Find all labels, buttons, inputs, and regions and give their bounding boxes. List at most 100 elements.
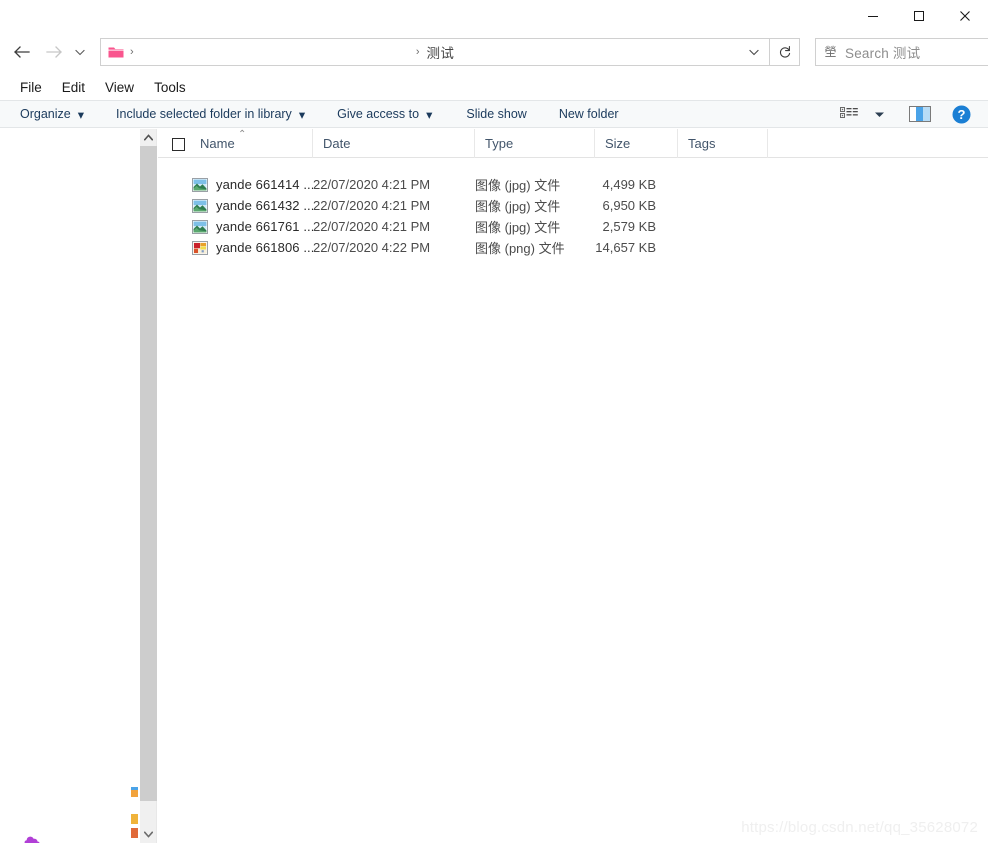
scroll-up-button[interactable] <box>140 129 157 146</box>
jpg-image-file-icon <box>192 219 208 235</box>
maximize-button[interactable] <box>896 0 942 32</box>
menu-bar: File Edit View Tools <box>0 74 988 100</box>
folder-icon <box>131 814 138 824</box>
nav-partial-icon-2 <box>131 812 140 824</box>
toolbar-give-access-to-label: Give access to <box>337 107 420 121</box>
file-name-label: yande 661414 ... <box>216 177 313 192</box>
column-header-type[interactable]: Type <box>475 128 595 158</box>
navigation-pane-scrollbar[interactable] <box>140 129 157 843</box>
menu-item-view[interactable]: View <box>95 77 144 98</box>
table-row[interactable]: yande 661761 ... 22/07/2020 4:21 PM 图像 (… <box>158 216 988 237</box>
recent-locations-button[interactable] <box>70 38 90 66</box>
svg-text:?: ? <box>957 107 965 122</box>
help-button[interactable]: ? <box>948 101 974 127</box>
column-header-name[interactable]: ⌃ Name <box>158 128 313 158</box>
column-header-size[interactable]: Size <box>595 128 678 158</box>
minimize-button[interactable] <box>850 0 896 32</box>
file-name-cell[interactable]: yande 661761 ... <box>158 219 313 235</box>
file-date-cell: 22/07/2020 4:21 PM <box>313 177 431 192</box>
address-history-dropdown-button[interactable] <box>739 39 769 65</box>
file-explorer-window: › › 测试 塋 Search 测试 File Edit View Tools … <box>0 0 988 843</box>
file-list-pane[interactable]: ⌃ Name Date Type Size Tags yande 661414 … <box>158 128 988 843</box>
command-toolbar: Organize ▾ Include selected folder in li… <box>0 100 988 128</box>
file-date-cell: 22/07/2020 4:21 PM <box>313 219 431 234</box>
scrollbar-thumb[interactable] <box>140 146 157 801</box>
folder-icon <box>131 828 138 838</box>
file-name-cell[interactable]: yande 661414 ... <box>158 177 313 193</box>
file-name-label: yande 661432 ... <box>216 198 313 213</box>
address-bar-row: › › 测试 塋 Search 测试 <box>0 32 988 72</box>
column-header-tags[interactable]: Tags <box>678 128 768 158</box>
forward-button[interactable] <box>40 38 68 66</box>
breadcrumb-separator-root[interactable]: › <box>130 46 134 58</box>
menu-item-file[interactable]: File <box>10 77 52 98</box>
chevron-down-icon <box>749 49 759 56</box>
preview-pane-button[interactable] <box>906 101 934 127</box>
folder-icon <box>131 787 138 797</box>
column-header-name-label: Name <box>200 135 235 151</box>
table-row[interactable]: yande 661806 ... 22/07/2020 4:22 PM 图像 (… <box>158 237 988 258</box>
scroll-down-button[interactable] <box>140 826 157 843</box>
view-options-button[interactable] <box>836 101 862 127</box>
minimize-icon <box>868 16 878 17</box>
column-header-tags-label: Tags <box>688 135 716 151</box>
file-name-label: yande 661761 ... <box>216 219 313 234</box>
table-row[interactable]: yande 661414 ... 22/07/2020 4:21 PM 图像 (… <box>158 174 988 195</box>
refresh-button[interactable] <box>770 38 800 66</box>
chevron-down-icon <box>75 49 85 56</box>
chevron-down-icon <box>144 831 153 838</box>
jpg-image-file-icon <box>192 177 208 193</box>
chevron-down-icon: ▾ <box>426 107 433 122</box>
preview-pane-icon <box>909 106 931 122</box>
breadcrumb-separator[interactable]: › <box>416 46 420 58</box>
toolbar-slide-show-label: Slide show <box>466 107 527 121</box>
file-name-cell[interactable]: yande 661432 ... <box>158 198 313 214</box>
file-date-cell: 22/07/2020 4:21 PM <box>313 198 431 213</box>
png-image-file-icon <box>192 240 208 256</box>
chevron-down-icon: ▾ <box>77 107 85 122</box>
toolbar-new-folder-button[interactable]: New folder <box>549 101 629 127</box>
chevron-down-icon: ▾ <box>298 107 306 122</box>
breadcrumb: › 测试 <box>101 42 769 62</box>
back-button[interactable] <box>8 38 36 66</box>
toolbar-give-access-to-button[interactable]: Give access to ▾ <box>327 101 442 127</box>
table-row[interactable]: yande 661432 ... 22/07/2020 4:21 PM 图像 (… <box>158 195 988 216</box>
toolbar-include-in-library-button[interactable]: Include selected folder in library ▾ <box>106 101 315 127</box>
toolbar-include-in-library-label: Include selected folder in library <box>116 107 292 121</box>
list-item[interactable] <box>24 832 47 843</box>
close-button[interactable] <box>942 0 988 32</box>
chevron-up-icon <box>144 134 153 141</box>
file-rows: yande 661414 ... 22/07/2020 4:21 PM 图像 (… <box>158 174 988 258</box>
navigation-pane[interactable] <box>0 129 140 843</box>
toolbar-organize-label: Organize <box>20 107 71 121</box>
file-size-cell: 4,499 KB <box>602 177 657 192</box>
close-icon <box>960 11 970 21</box>
watermark: https://blog.csdn.net/qq_35628072 <box>741 819 978 836</box>
search-input[interactable]: Search 测试 <box>845 42 920 62</box>
file-size-cell: 2,579 KB <box>602 219 657 234</box>
file-type-cell: 图像 (png) 文件 <box>475 241 565 256</box>
sort-ascending-icon: ⌃ <box>238 128 247 140</box>
toolbar-organize-button[interactable]: Organize ▾ <box>10 101 94 127</box>
column-header-date[interactable]: Date <box>313 128 475 158</box>
menu-item-tools[interactable]: Tools <box>144 77 196 98</box>
file-type-cell: 图像 (jpg) 文件 <box>475 199 561 214</box>
file-name-cell[interactable]: yande 661806 ... <box>158 240 313 256</box>
column-header-type-label: Type <box>485 135 514 151</box>
menu-item-edit[interactable]: Edit <box>52 77 95 98</box>
breadcrumb-current-folder[interactable]: 测试 <box>427 42 455 62</box>
address-breadcrumb-bar[interactable]: › › 测试 <box>100 38 770 66</box>
toolbar-slide-show-button[interactable]: Slide show <box>456 101 536 127</box>
help-icon: ? <box>952 105 970 123</box>
view-options-icon <box>839 106 858 118</box>
file-size-cell: 6,950 KB <box>602 198 657 213</box>
toolbar-right-group: ? <box>836 101 988 127</box>
nav-partial-icon-3 <box>131 826 140 838</box>
view-options-dropdown-button[interactable] <box>866 101 892 127</box>
chevron-down-icon <box>874 112 884 117</box>
search-box[interactable]: 塋 Search 测试 <box>815 38 988 66</box>
file-date-cell: 22/07/2020 4:22 PM <box>313 240 431 255</box>
folder-icon[interactable] <box>108 45 124 59</box>
maximize-icon <box>914 11 924 21</box>
refresh-icon <box>779 46 790 58</box>
